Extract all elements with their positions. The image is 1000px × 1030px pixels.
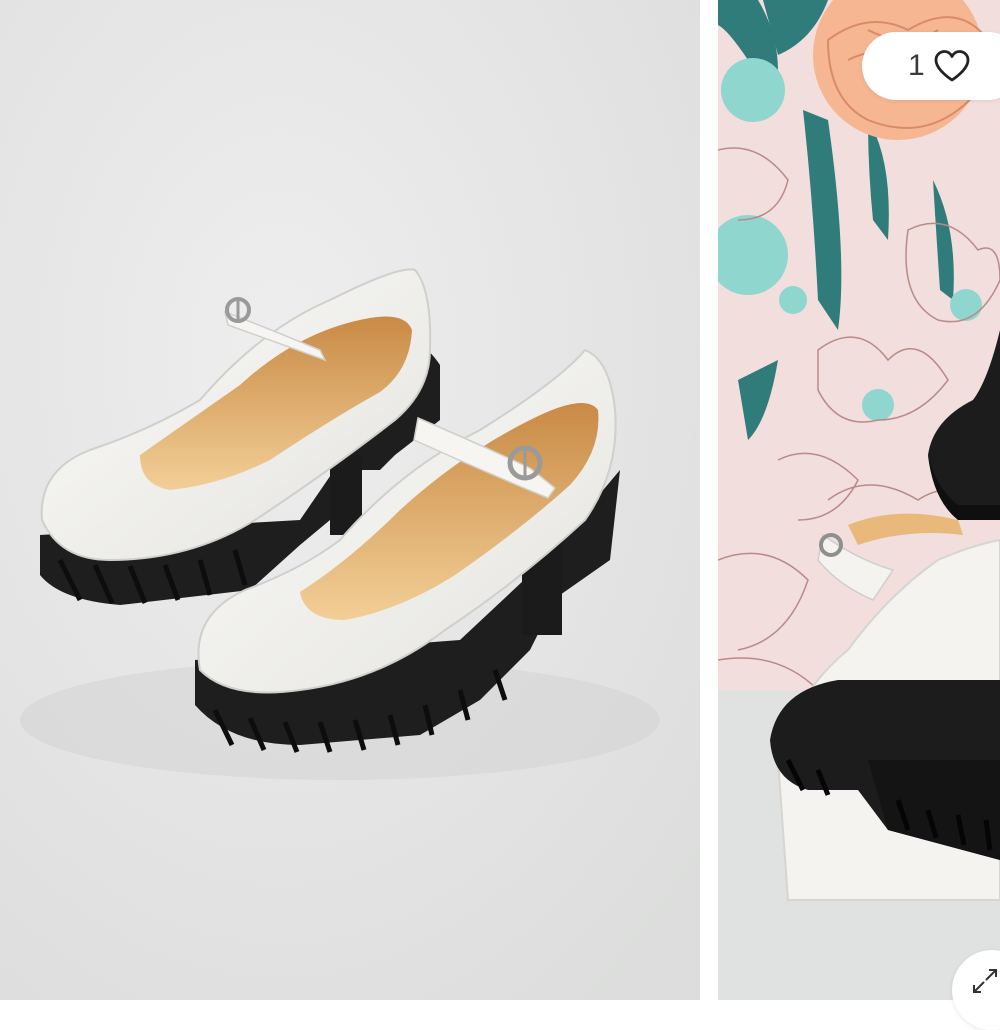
shoe-pair-illustration (0, 0, 700, 1000)
expand-icon (973, 969, 997, 993)
product-image-main[interactable] (0, 0, 700, 1000)
product-image-secondary[interactable] (718, 0, 1000, 1000)
heart-icon (934, 50, 970, 82)
like-button[interactable]: 1 (862, 32, 1000, 100)
heel-detail-illustration (718, 0, 1000, 1000)
product-image-gallery[interactable]: 1 (0, 0, 1000, 1030)
like-count: 1 (908, 49, 925, 82)
